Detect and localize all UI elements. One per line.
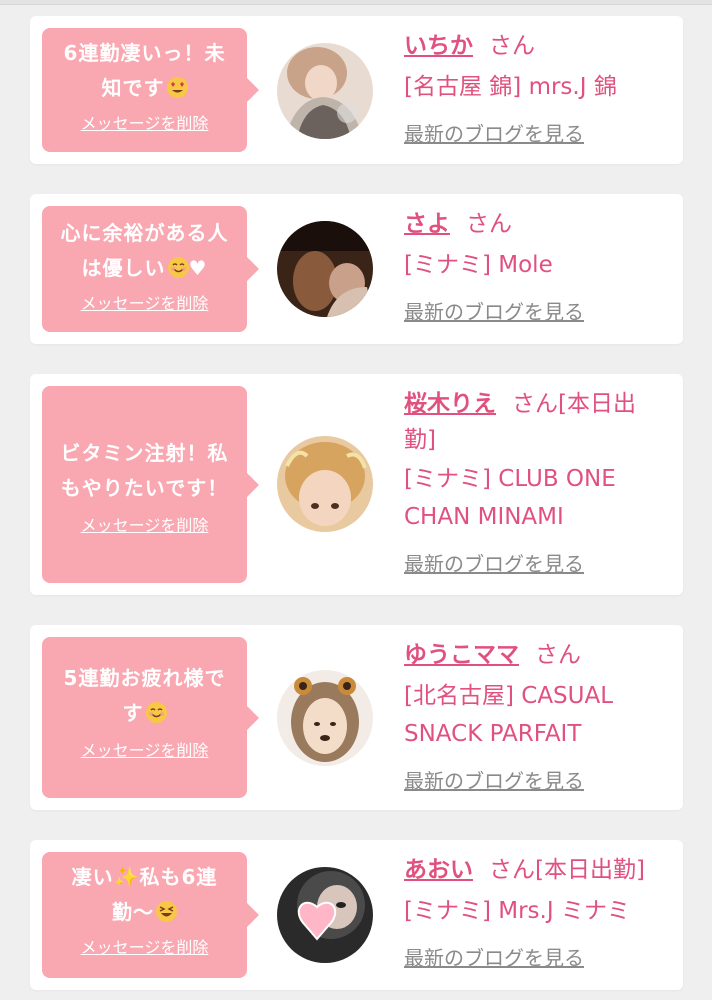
shop-name: [ミナミ] Mole bbox=[404, 252, 553, 278]
avatar[interactable] bbox=[277, 670, 373, 766]
message-card: 心に余裕がある人 は優しい ♥ メッセージを削除 さよ さん [ミナミ] Mole 最… bbox=[30, 194, 683, 344]
message-card: 5連勤お疲れ様です メッセージを削除 ゆうこママ さん [北名古屋] CASUAL… bbox=[30, 625, 683, 810]
avatar[interactable] bbox=[277, 867, 373, 963]
name-line: あおい さん[本日出勤] bbox=[404, 852, 676, 888]
laughing-emoji-icon bbox=[156, 901, 177, 922]
profile-name-link[interactable]: ゆうこママ bbox=[404, 642, 519, 668]
message-card: 6連勤凄いっ！未 知です メッセージを削除 いちか さん [名古屋 錦] mrs.J… bbox=[30, 16, 683, 164]
avatar[interactable] bbox=[277, 221, 373, 317]
heart-eyes-emoji-icon bbox=[166, 77, 188, 98]
honorific: さん bbox=[489, 33, 535, 59]
top-edge bbox=[0, 0, 712, 5]
name-line: 桜木りえ さん[本日出 bbox=[404, 386, 676, 422]
name-line: さよ さん bbox=[404, 206, 676, 242]
profile-info: 桜木りえ さん[本日出 勤] [ミナミ] CLUB ONE CHAN MINAMI … bbox=[404, 386, 676, 577]
shop-name: [ミナミ] Mrs.J ミナミ bbox=[404, 898, 630, 924]
message-text: 5連勤お疲れ様です bbox=[63, 666, 226, 725]
smile-emoji-icon bbox=[145, 702, 167, 723]
delete-message-link[interactable]: メッセージを削除 bbox=[81, 938, 209, 958]
honorific: さん bbox=[535, 642, 581, 668]
profile-info: さよ さん [ミナミ] Mole 最新のブログを見る bbox=[404, 206, 676, 325]
message-text: 心に余裕がある人 は優しい ♥ bbox=[60, 221, 229, 280]
message-bubble: ビタミン注射！私 もやりたいです！ メッセージを削除 bbox=[42, 386, 259, 583]
shop-name: [北名古屋] CASUAL SNACK PARFAIT bbox=[404, 683, 614, 747]
delete-message-link[interactable]: メッセージを削除 bbox=[81, 516, 209, 536]
honorific: さん[本日出 bbox=[512, 391, 636, 417]
delete-message-link[interactable]: メッセージを削除 bbox=[81, 114, 209, 134]
smile-emoji-icon bbox=[167, 257, 189, 278]
profile-info: いちか さん [名古屋 錦] mrs.J 錦 最新のブログを見る bbox=[404, 28, 676, 147]
profile-info: あおい さん[本日出勤] [ミナミ] Mrs.J ミナミ 最新のブログを見る bbox=[404, 852, 676, 971]
message-bubble: 凄い✨私も6連 勤〜 メッセージを削除 bbox=[42, 852, 259, 978]
message-text: 6連勤凄いっ！未 知です bbox=[63, 41, 226, 100]
latest-blog-link[interactable]: 最新のブログを見る bbox=[404, 118, 584, 147]
shop-name: [ミナミ] CLUB ONE CHAN MINAMI bbox=[404, 466, 616, 530]
name-line: ゆうこママ さん bbox=[404, 637, 676, 673]
message-card: 凄い✨私も6連 勤〜 メッセージを削除 あおい さん[本日出勤] [ミナミ] Mrs… bbox=[30, 840, 683, 990]
latest-blog-link[interactable]: 最新のブログを見る bbox=[404, 765, 584, 794]
message-bubble: 心に余裕がある人 は優しい ♥ メッセージを削除 bbox=[42, 206, 259, 332]
latest-blog-link[interactable]: 最新のブログを見る bbox=[404, 296, 584, 325]
latest-blog-link[interactable]: 最新のブログを見る bbox=[404, 942, 584, 971]
avatar[interactable] bbox=[277, 43, 373, 139]
message-bubble: 5連勤お疲れ様です メッセージを削除 bbox=[42, 637, 259, 798]
heart-icon: ♥ bbox=[188, 256, 208, 280]
profile-info: ゆうこママ さん [北名古屋] CASUAL SNACK PARFAIT 最新のブロ… bbox=[404, 637, 676, 794]
name-line-continued: 勤] bbox=[404, 427, 436, 453]
honorific: さん bbox=[466, 211, 512, 237]
message-text: 凄い✨私も6連 勤〜 bbox=[71, 865, 218, 924]
latest-blog-link[interactable]: 最新のブログを見る bbox=[404, 548, 584, 577]
profile-name-link[interactable]: さよ bbox=[404, 211, 450, 237]
profile-name-link[interactable]: いちか bbox=[404, 33, 473, 59]
name-line: いちか さん bbox=[404, 28, 676, 64]
shop-name: [名古屋 錦] mrs.J 錦 bbox=[404, 74, 617, 100]
message-bubble: 6連勤凄いっ！未 知です メッセージを削除 bbox=[42, 28, 259, 152]
message-text: ビタミン注射！私 もやりたいです！ bbox=[60, 441, 229, 500]
avatar[interactable] bbox=[277, 436, 373, 532]
delete-message-link[interactable]: メッセージを削除 bbox=[81, 741, 209, 761]
sparkles-icon: ✨ bbox=[113, 865, 140, 889]
honorific: さん[本日出勤] bbox=[489, 857, 645, 883]
profile-name-link[interactable]: あおい bbox=[404, 857, 473, 883]
message-card: ビタミン注射！私 もやりたいです！ メッセージを削除 桜木りえ さん[本日出 勤] … bbox=[30, 374, 683, 595]
profile-name-link[interactable]: 桜木りえ bbox=[404, 391, 496, 417]
delete-message-link[interactable]: メッセージを削除 bbox=[81, 294, 209, 314]
